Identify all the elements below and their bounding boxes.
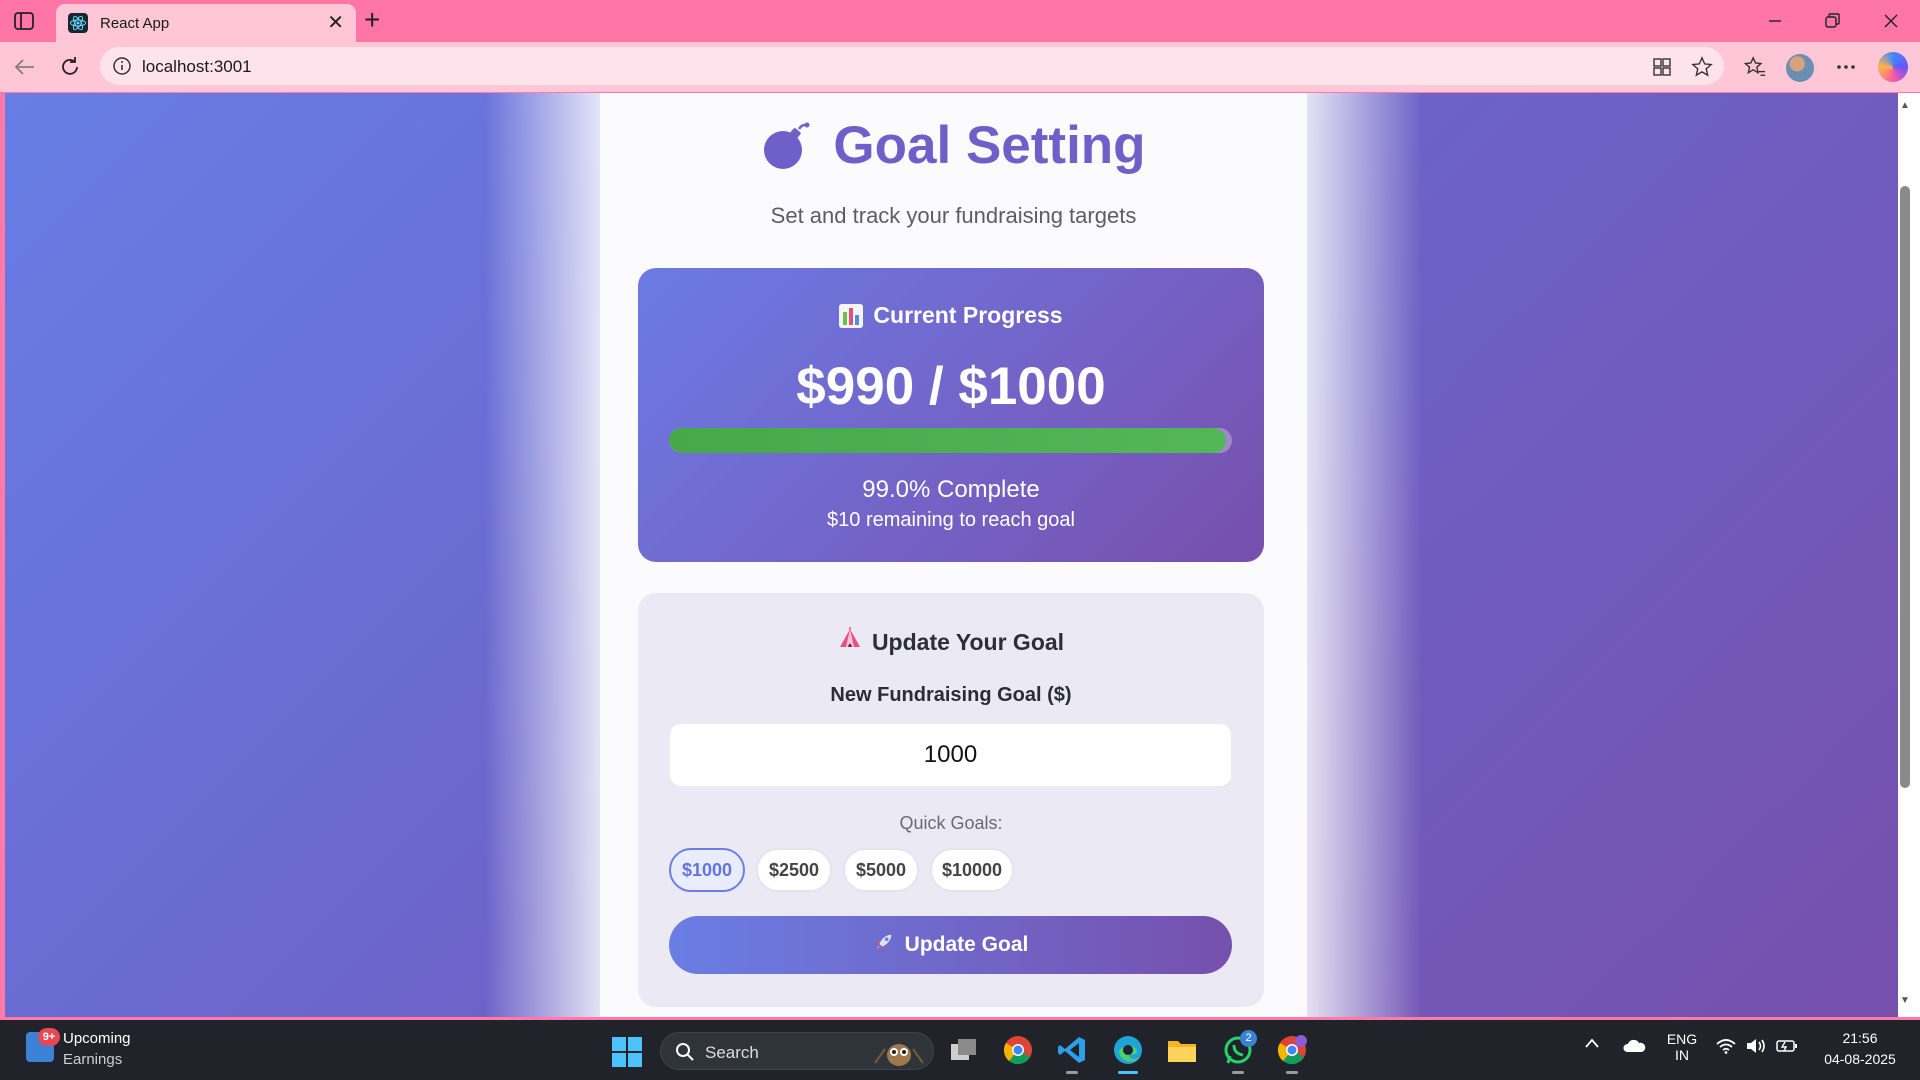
tab-close-icon[interactable]: ✕ — [327, 13, 344, 33]
edge-icon[interactable] — [1112, 1034, 1144, 1066]
task-view-icon[interactable] — [948, 1034, 980, 1066]
browser-titlebar: React App ✕ + — [0, 0, 1920, 42]
progress-percent: 99.0% Complete — [862, 476, 1040, 503]
restore-button[interactable] — [1804, 4, 1862, 38]
update-goal-button-label: Update Goal — [904, 933, 1029, 956]
quick-goal-5000-button[interactable]: $5000 — [843, 848, 919, 892]
widget-subtitle[interactable]: Earnings — [63, 1051, 122, 1068]
url-text: localhost:3001 — [142, 57, 252, 76]
browser-toolbar: localhost:3001 — [0, 42, 1920, 92]
favorites-icon[interactable] — [1740, 52, 1770, 82]
taskbar: 9+ Upcoming Earnings Search 2 ENG IN 21:… — [0, 1020, 1920, 1080]
vscode-icon[interactable] — [1056, 1034, 1088, 1066]
favorite-star-icon[interactable] — [1690, 55, 1714, 79]
copilot-icon[interactable] — [1878, 52, 1908, 82]
quick-goal-1000-button[interactable]: $1000 — [669, 848, 745, 892]
onedrive-cloud-icon[interactable] — [1622, 1038, 1646, 1057]
scroll-down-icon[interactable]: ▼ — [1900, 995, 1910, 1006]
refresh-icon[interactable] — [55, 52, 85, 82]
search-placeholder: Search — [705, 1043, 759, 1062]
tab-title: React App — [100, 14, 170, 32]
region-code: IN — [1675, 1047, 1689, 1063]
volume-icon[interactable] — [1746, 1038, 1768, 1057]
widget-title[interactable]: Upcoming — [63, 1030, 131, 1047]
bomb-icon — [761, 121, 811, 171]
progress-bar-fill — [669, 428, 1227, 453]
windows-start-icon[interactable] — [612, 1037, 642, 1067]
profile-avatar[interactable] — [1786, 54, 1814, 82]
sidebar-toggle-icon[interactable] — [12, 10, 36, 32]
goal-field-label: New Fundraising Goal ($) — [830, 684, 1072, 706]
minimize-button[interactable] — [1746, 4, 1804, 38]
clock-time[interactable]: 21:56 — [1818, 1030, 1902, 1046]
search-icon — [676, 1043, 694, 1061]
address-bar[interactable]: localhost:3001 — [100, 47, 1724, 85]
update-goal-button[interactable]: Update Goal — [669, 916, 1232, 974]
language-indicator[interactable]: ENG IN — [1664, 1031, 1700, 1063]
chevron-up-icon[interactable] — [1584, 1036, 1600, 1052]
page-viewport: Goal Setting Set and track your fundrais… — [5, 93, 1898, 1017]
update-goal-heading: Update Your Goal — [871, 628, 1065, 655]
quick-goal-2500-button[interactable]: $2500 — [756, 848, 832, 892]
browser-tab[interactable]: React App ✕ — [56, 4, 356, 42]
site-info-icon[interactable] — [112, 56, 132, 76]
language-code: ENG — [1666, 1031, 1698, 1047]
page-title-text: Goal Setting — [833, 116, 1146, 175]
chrome-profile-icon[interactable] — [1276, 1034, 1308, 1066]
bar-chart-icon — [839, 303, 864, 328]
app-available-icon[interactable] — [1650, 55, 1674, 79]
page-title: Goal Setting — [600, 115, 1307, 176]
wifi-icon[interactable] — [1716, 1038, 1736, 1057]
react-logo-icon — [68, 13, 88, 33]
page-subtitle: Set and track your fundraising targets — [770, 203, 1137, 228]
goal-amount-input[interactable] — [669, 723, 1232, 787]
whatsapp-badge: 2 — [1240, 1030, 1257, 1047]
update-goal-card: Update Your Goal New Fundraising Goal ($… — [638, 593, 1264, 1007]
progress-bar — [669, 428, 1232, 453]
search-highlight-owl-icon — [874, 1044, 924, 1066]
rocket-icon — [873, 931, 895, 959]
goal-setting-panel: Goal Setting Set and track your fundrais… — [600, 93, 1307, 1017]
taskbar-search[interactable]: Search — [660, 1032, 934, 1070]
chrome-icon[interactable] — [1002, 1034, 1034, 1066]
widgets-badge: 9+ — [38, 1028, 60, 1046]
close-window-button[interactable] — [1862, 4, 1920, 38]
scrollbar-thumb[interactable] — [1900, 186, 1910, 788]
clock-date[interactable]: 04-08-2025 — [1812, 1051, 1908, 1067]
more-options-icon[interactable] — [1831, 52, 1861, 82]
file-explorer-icon[interactable] — [1166, 1034, 1198, 1066]
circus-tent-icon — [838, 627, 862, 657]
progress-amount: $990 / $1000 — [796, 357, 1106, 416]
quick-goals-label: Quick Goals: — [899, 813, 1003, 833]
quick-goal-10000-button[interactable]: $10000 — [930, 848, 1014, 892]
progress-card: Current Progress $990 / $1000 99.0% Comp… — [638, 268, 1264, 562]
back-arrow-icon[interactable] — [10, 52, 40, 82]
battery-icon[interactable] — [1776, 1038, 1798, 1057]
progress-heading: Current Progress — [873, 302, 1063, 328]
scroll-up-icon[interactable]: ▲ — [1900, 100, 1910, 111]
progress-remaining: $10 remaining to reach goal — [827, 509, 1075, 531]
new-tab-button[interactable]: + — [364, 6, 380, 34]
